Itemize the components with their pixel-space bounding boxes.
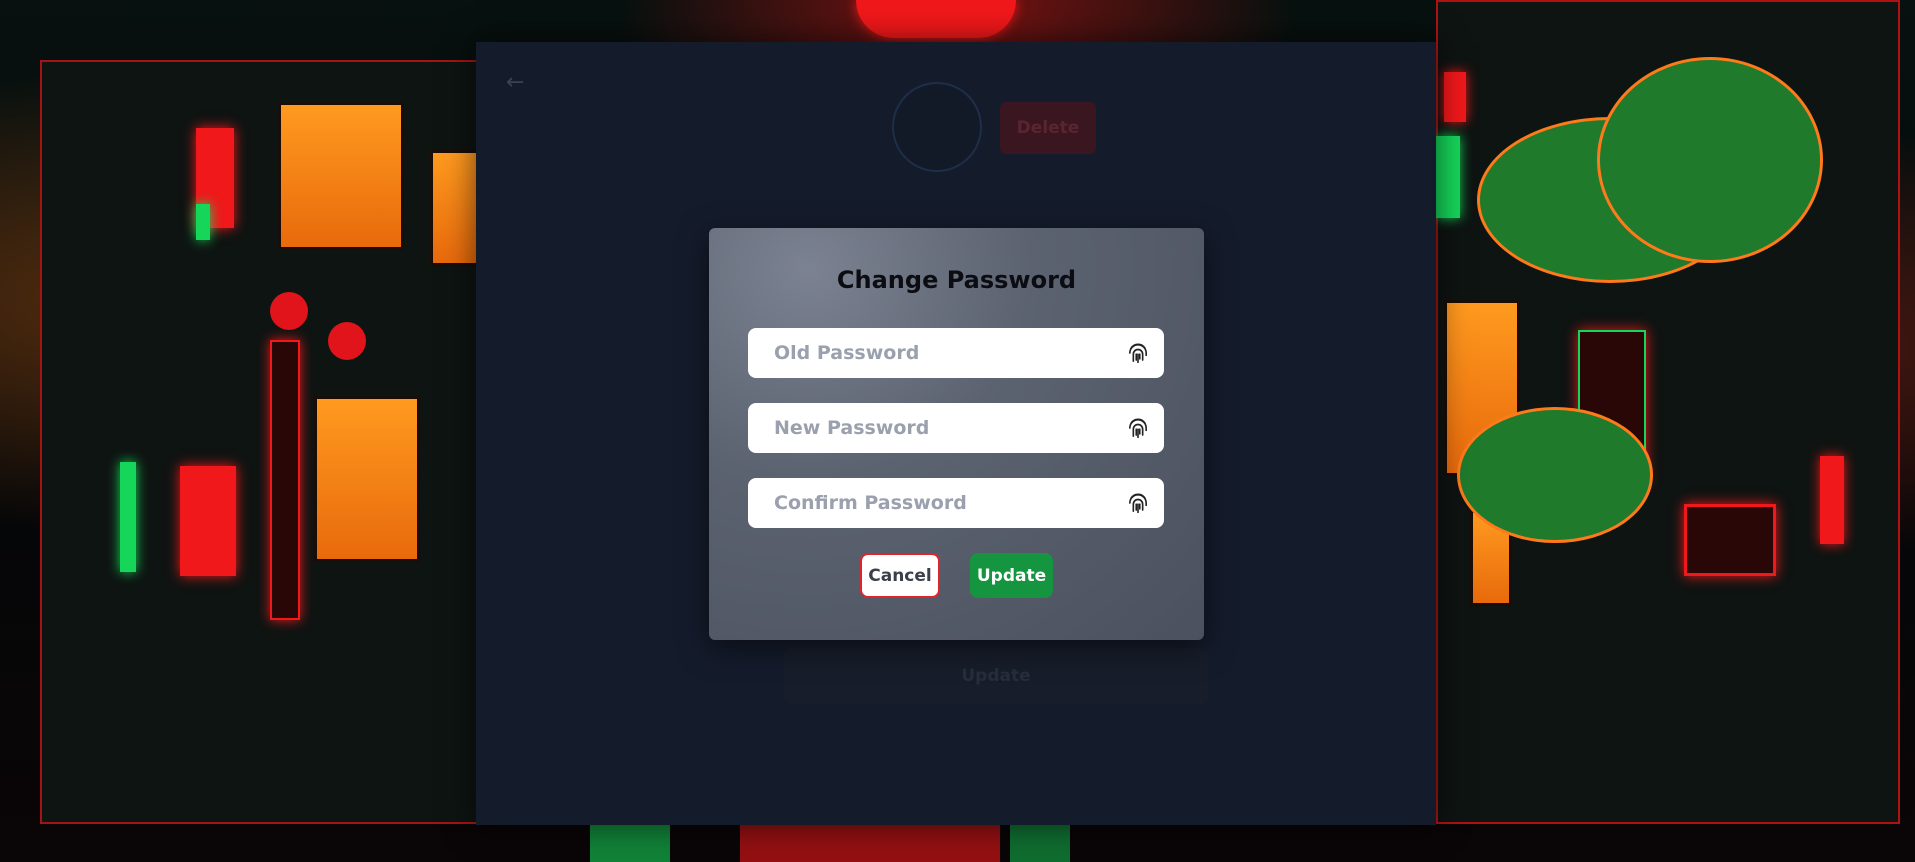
new-password-input[interactable]	[772, 416, 1124, 440]
water-reflection	[590, 824, 670, 862]
water-reflection	[1010, 824, 1070, 862]
water-reflection	[740, 824, 1000, 862]
building-window	[430, 150, 482, 266]
neon-sign	[196, 204, 210, 240]
confirm-password-input[interactable]	[772, 491, 1124, 515]
neon-sign	[270, 340, 300, 620]
neon-sign	[180, 466, 236, 576]
change-password-modal: Change Password Cancel Update	[709, 228, 1204, 640]
neon-sign	[120, 462, 136, 572]
fingerprint-icon[interactable]	[1124, 414, 1152, 442]
neon-sign	[1684, 504, 1776, 576]
building-window	[314, 396, 420, 562]
cancel-button[interactable]: Cancel	[860, 553, 940, 598]
avatar[interactable]	[892, 82, 982, 172]
lantern	[270, 292, 308, 330]
modal-title: Change Password	[836, 266, 1077, 294]
tree	[1600, 60, 1820, 260]
neon-sign	[1436, 136, 1460, 218]
neon-sign	[1444, 72, 1466, 122]
old-password-field[interactable]	[748, 328, 1164, 378]
lantern	[328, 322, 366, 360]
tree	[1460, 410, 1650, 540]
update-button[interactable]: Update	[970, 553, 1053, 598]
delete-button[interactable]: Delete	[1000, 102, 1096, 154]
confirm-password-field[interactable]	[748, 478, 1164, 528]
new-password-field[interactable]	[748, 403, 1164, 453]
neon-sign	[1820, 456, 1844, 544]
fingerprint-icon[interactable]	[1124, 339, 1152, 367]
modal-actions: Cancel Update	[709, 553, 1204, 598]
building-window	[278, 102, 404, 250]
profile-update-button[interactable]: Update	[784, 648, 1208, 704]
old-password-input[interactable]	[772, 341, 1124, 365]
fingerprint-icon[interactable]	[1124, 489, 1152, 517]
top-red-shape	[856, 0, 1016, 38]
arrow-left-icon[interactable]: ←	[506, 70, 524, 95]
